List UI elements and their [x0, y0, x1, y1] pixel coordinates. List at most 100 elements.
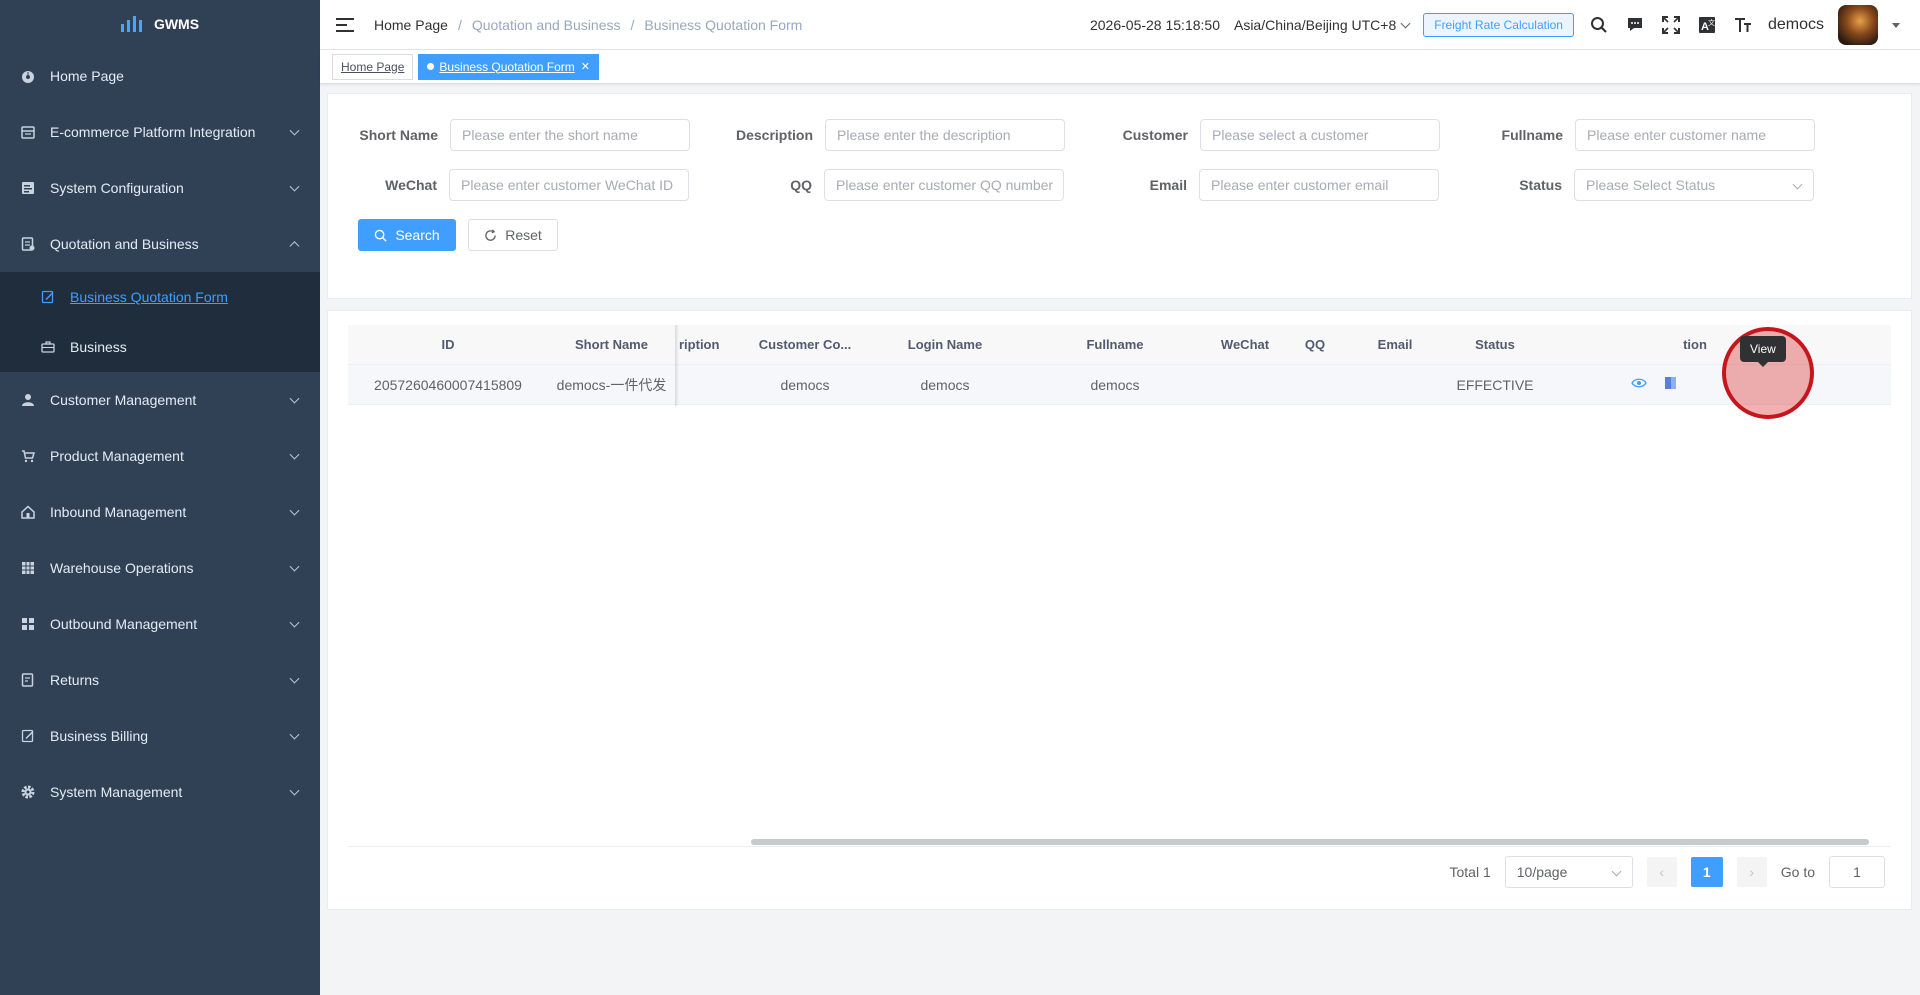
returns-icon — [20, 672, 36, 688]
topbar: Home Page / Quotation and Business / Bus… — [320, 0, 1920, 50]
wechat-label: WeChat — [385, 177, 437, 193]
qq-input[interactable]: Please enter customer QQ number — [824, 169, 1064, 201]
translate-icon[interactable]: A文 — [1696, 14, 1718, 36]
short-name-label: Short Name — [359, 127, 438, 143]
sidebar-item-system-config[interactable]: System Configuration — [0, 160, 320, 216]
sidebar-item-customer[interactable]: Customer Management — [0, 372, 320, 428]
quotation-icon — [20, 236, 36, 252]
col-description[interactable]: ription — [675, 337, 735, 352]
cart-icon — [20, 448, 36, 464]
goto-page-input[interactable]: 1 — [1829, 856, 1885, 888]
refresh-icon — [485, 228, 496, 241]
sidebar-item-quotation[interactable]: Quotation and Business — [0, 216, 320, 272]
sidebar-item-home[interactable]: Home Page — [0, 48, 320, 104]
cell-status: EFFECTIVE — [1456, 376, 1534, 393]
sidebar-item-label: Customer Management — [50, 392, 197, 408]
cell-actions — [1555, 375, 1725, 394]
sidebar-item-label: Business Billing — [50, 728, 149, 744]
col-fullname[interactable]: Fullname — [1015, 337, 1215, 352]
horizontal-scrollbar[interactable] — [751, 839, 1869, 845]
sidebar-item-label: E-commerce Platform Integration — [50, 124, 256, 140]
chevron-down-icon — [289, 125, 300, 136]
sidebar-item-inbound[interactable]: Inbound Management — [0, 484, 320, 540]
sidebar-item-outbound[interactable]: Outbound Management — [0, 596, 320, 652]
prev-page-button[interactable]: ‹ — [1646, 857, 1677, 887]
username[interactable]: democs — [1768, 16, 1824, 34]
next-page-button[interactable]: › — [1736, 857, 1767, 887]
sidebar-item-label: System Configuration — [50, 180, 184, 196]
sidebar-item-system-management[interactable]: System Management — [0, 764, 320, 820]
timezone-select[interactable]: Asia/China/Beijing UTC+8 — [1233, 17, 1411, 33]
avatar[interactable] — [1838, 5, 1878, 45]
fullscreen-icon[interactable] — [1660, 14, 1682, 36]
reset-button[interactable]: Reset — [468, 219, 558, 251]
short-name-input[interactable]: Please enter the short name — [450, 119, 690, 151]
email-input[interactable]: Please enter customer email — [1199, 169, 1439, 201]
search-button[interactable]: Search — [358, 219, 456, 251]
status-select[interactable]: Please Select Status — [1574, 169, 1814, 201]
chevron-down-icon — [289, 729, 300, 740]
description-input[interactable]: Please enter the description — [825, 119, 1065, 151]
sidebar-item-billing[interactable]: Business Billing — [0, 708, 320, 764]
col-short-name[interactable]: Short Name — [548, 337, 675, 352]
breadcrumb-item-home[interactable]: Home Page — [374, 17, 448, 33]
edit-icon[interactable] — [1663, 375, 1679, 394]
chevron-down-icon — [289, 505, 300, 516]
sidebar: GWMS Home Page E-commerce Platform Integ… — [0, 0, 320, 995]
col-login-name[interactable]: Login Name — [875, 337, 1015, 352]
fullname-label: Fullname — [1501, 127, 1563, 143]
view-icon[interactable] — [1631, 375, 1647, 394]
tag-label: Business Quotation Form — [439, 59, 575, 74]
font-size-icon[interactable] — [1732, 14, 1754, 36]
goto-label: Go to — [1780, 864, 1815, 880]
sidebar-item-label: Product Management — [50, 448, 184, 464]
table-divider — [348, 846, 1891, 847]
email-label: Email — [1149, 177, 1187, 193]
col-status[interactable]: Status — [1435, 337, 1555, 352]
description-label: Description — [735, 127, 813, 143]
grid-icon — [20, 560, 36, 576]
customer-select[interactable]: Please select a customer — [1200, 119, 1440, 151]
col-email[interactable]: Email — [1355, 337, 1435, 352]
freight-rate-button[interactable]: Freight Rate Calculation — [1423, 13, 1574, 37]
close-icon[interactable]: ✕ — [581, 60, 590, 73]
table-header: ID Short Name ription Customer Co... Log… — [348, 325, 1891, 365]
col-customer-code[interactable]: Customer Co... — [735, 337, 875, 352]
sidebar-item-warehouse[interactable]: Warehouse Operations — [0, 540, 320, 596]
logo-icon — [120, 16, 142, 32]
page-size-value: 10/page — [1516, 864, 1568, 880]
page-size-select[interactable]: 10/page — [1504, 856, 1633, 888]
data-table: ID Short Name ription Customer Co... Log… — [348, 325, 1891, 406]
search-icon[interactable] — [1588, 14, 1610, 36]
chevron-down-icon — [289, 785, 300, 796]
fullname-input[interactable]: Please enter customer name — [1575, 119, 1815, 151]
tag-business-quotation-form[interactable]: Business Quotation Form ✕ — [418, 53, 599, 80]
sidebar-subitem-business[interactable]: Business — [0, 322, 320, 372]
sidebar-item-label: Warehouse Operations — [50, 560, 194, 576]
timezone-label: Asia/China/Beijing UTC+8 — [1233, 17, 1397, 33]
store-icon — [20, 124, 36, 140]
message-icon[interactable] — [1624, 14, 1646, 36]
dashboard-icon — [20, 68, 36, 84]
caret-down-icon[interactable] — [1892, 22, 1900, 28]
hamburger-icon[interactable] — [336, 17, 354, 32]
sidebar-item-label: Quotation and Business — [50, 236, 199, 252]
col-id[interactable]: ID — [348, 337, 548, 352]
breadcrumb-separator: / — [630, 16, 635, 33]
logo[interactable]: GWMS — [0, 0, 320, 48]
sidebar-item-ecommerce[interactable]: E-commerce Platform Integration — [0, 104, 320, 160]
cell-customer-code: democs — [780, 376, 830, 393]
sidebar-item-returns[interactable]: Returns — [0, 652, 320, 708]
datetime: 2026-05-28 15:18:50 — [1089, 17, 1220, 33]
sidebar-item-product[interactable]: Product Management — [0, 428, 320, 484]
sidebar-subitem-business-quotation-form[interactable]: Business Quotation Form — [0, 272, 320, 322]
tag-home[interactable]: Home Page — [332, 53, 414, 80]
logo-text: GWMS — [153, 16, 200, 32]
pagination-total: Total 1 — [1449, 864, 1491, 880]
wechat-input[interactable]: Please enter customer WeChat ID — [449, 169, 689, 201]
view-tooltip: View — [1740, 336, 1786, 367]
col-wechat[interactable]: WeChat — [1215, 337, 1275, 352]
col-qq[interactable]: QQ — [1275, 337, 1355, 352]
table-row[interactable]: 2057260460007415809 democs-一件代发 democs d… — [348, 365, 1891, 405]
page-number-current[interactable]: 1 — [1690, 857, 1723, 887]
